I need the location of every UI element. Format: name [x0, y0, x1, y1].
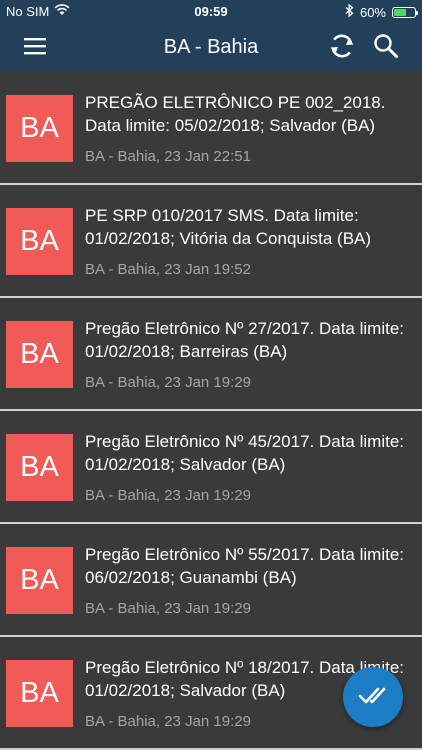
item-meta: BA - Bahia, 23 Jan 19:52 [85, 261, 251, 278]
item-meta: BA - Bahia, 23 Jan 19:29 [85, 487, 251, 504]
avatar: BA [6, 547, 73, 614]
item-meta: BA - Bahia, 23 Jan 22:51 [85, 148, 251, 165]
avatar: BA [6, 434, 73, 501]
list-item[interactable]: BA Pregão Eletrônico Nº 27/2017. Data li… [0, 298, 422, 411]
battery-percent: 60% [359, 4, 386, 20]
avatar: BA [6, 660, 73, 727]
item-title: PE SRP 010/2017 SMS. Data limite: 01/02/… [85, 206, 372, 248]
avatar: BA [6, 208, 73, 275]
list-item[interactable]: BA Pregão Eletrônico Nº 55/2017. Data li… [0, 524, 422, 637]
item-title: PREGÃO ELETRÔNICO PE 002_2018. Data limi… [85, 93, 386, 135]
sync-icon [328, 32, 356, 65]
avatar: BA [6, 95, 73, 162]
avatar: BA [6, 321, 73, 388]
item-title: Pregão Eletrônico Nº 27/2017. Data limit… [85, 319, 404, 361]
list-item[interactable]: BA PE SRP 010/2017 SMS. Data limite: 01/… [0, 185, 422, 298]
item-meta: BA - Bahia, 23 Jan 19:29 [85, 713, 251, 730]
battery-fill [394, 8, 406, 16]
nav-bar: BA - Bahia [0, 24, 422, 72]
battery-tip [416, 10, 418, 15]
status-right: 60% [345, 3, 418, 20]
search-button[interactable] [365, 24, 407, 72]
item-meta: BA - Bahia, 23 Jan 19:29 [85, 374, 251, 391]
item-title: Pregão Eletrônico Nº 45/2017. Data limit… [85, 432, 404, 474]
item-title: Pregão Eletrônico Nº 55/2017. Data limit… [85, 545, 404, 587]
mark-all-read-button[interactable] [343, 667, 403, 727]
sync-button[interactable] [323, 24, 361, 72]
item-meta: BA - Bahia, 23 Jan 19:29 [85, 600, 251, 617]
list-item[interactable]: BA PREGÃO ELETRÔNICO PE 002_2018. Data l… [0, 72, 422, 185]
search-icon [373, 33, 399, 64]
list-item[interactable]: BA Pregão Eletrônico Nº 45/2017. Data li… [0, 411, 422, 524]
double-check-icon [358, 684, 388, 711]
battery-icon [392, 6, 418, 18]
status-bar: No SIM 09:59 60% [0, 0, 422, 24]
bluetooth-icon [345, 3, 354, 20]
notice-list: BA PREGÃO ELETRÔNICO PE 002_2018. Data l… [0, 72, 422, 750]
